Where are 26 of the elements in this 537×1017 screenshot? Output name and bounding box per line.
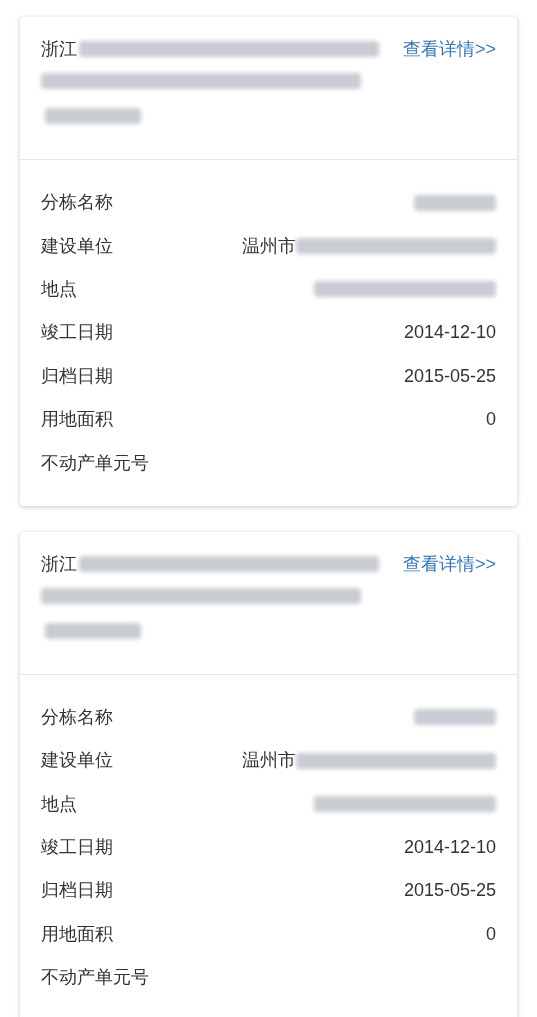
field-label: 不动产单元号 [41, 966, 149, 990]
field-label: 归档日期 [41, 879, 113, 903]
card-title: 浙江 [41, 39, 77, 59]
field-value: 2014-12-10 [403, 321, 496, 345]
card-title: 浙江 [41, 553, 77, 574]
view-details-link[interactable]: 查看详情>> [402, 39, 496, 59]
field-value: 0 [486, 922, 496, 946]
field-label: 地点 [41, 792, 77, 816]
field-value: 2015-05-25 [403, 879, 496, 903]
field-label: 不动产单元号 [41, 451, 149, 475]
field-value: 2014-12-10 [403, 836, 496, 860]
view-details-link[interactable]: 查看详情>> [402, 553, 496, 574]
field-value: 2015-05-25 [403, 364, 496, 388]
field-value: 温州市 [242, 749, 296, 773]
field-label: 建设单位 [41, 234, 113, 258]
field-label: 归档日期 [41, 364, 113, 388]
field-label: 地点 [41, 277, 77, 301]
field-value: 0 [486, 408, 496, 432]
field-label: 建设单位 [41, 749, 113, 773]
field-label: 竣工日期 [41, 836, 113, 860]
field-value: 温州市 [242, 234, 296, 258]
field-label: 分栋名称 [41, 705, 113, 729]
field-label: 竣工日期 [41, 321, 113, 345]
field-label: 用地面积 [41, 408, 113, 432]
field-label: 用地面积 [41, 922, 113, 946]
field-label: 分栋名称 [41, 191, 113, 215]
